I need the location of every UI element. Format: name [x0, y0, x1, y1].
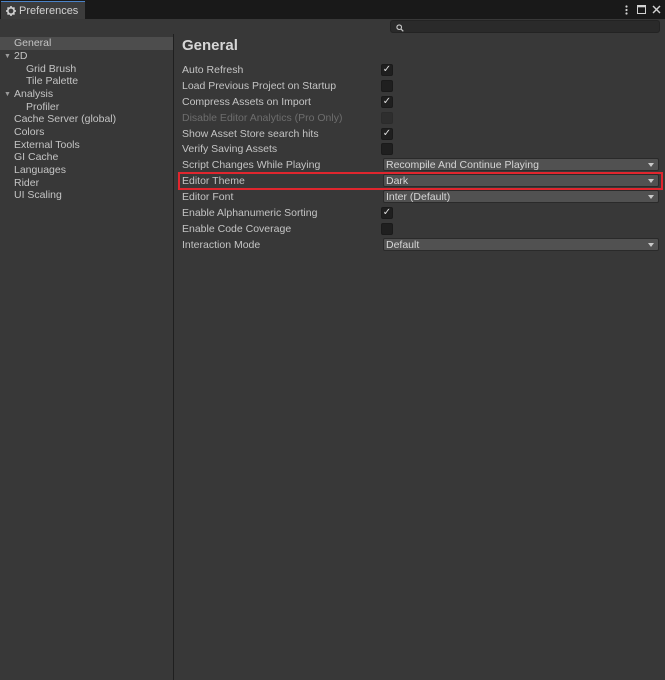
- preferences-main-panel: General Auto Refresh ✓ Load Previous Pro…: [175, 34, 665, 680]
- sidebar-item-label: External Tools: [14, 139, 80, 152]
- editor-font-dropdown[interactable]: Inter (Default): [383, 190, 659, 203]
- setting-row-code-coverage: Enable Code Coverage: [175, 221, 663, 237]
- dropdown-value: Recompile And Continue Playing: [386, 159, 539, 171]
- sidebar-item-label: Profiler: [26, 101, 60, 114]
- sidebar-item-label: Tile Palette: [26, 75, 79, 88]
- setting-row-editor-theme: Editor Theme Dark: [175, 173, 663, 189]
- maximize-icon[interactable]: [637, 4, 646, 15]
- sidebar-item-cache-server[interactable]: Cache Server (global): [0, 113, 173, 126]
- setting-row-load-previous-project: Load Previous Project on Startup: [175, 78, 663, 94]
- setting-label: Load Previous Project on Startup: [182, 80, 337, 92]
- setting-row-auto-refresh: Auto Refresh ✓: [175, 62, 663, 78]
- sidebar-item-label: 2D: [14, 50, 28, 63]
- sidebar-item-tile-palette[interactable]: Tile Palette: [0, 75, 173, 88]
- sidebar-item-analysis[interactable]: ▼ Analysis: [0, 88, 173, 101]
- preferences-sidebar: General ▼ 2D Grid Brush Tile Palette ▼ A…: [0, 34, 174, 680]
- sidebar-item-label: Languages: [14, 164, 66, 177]
- sidebar-item-rider[interactable]: Rider: [0, 177, 173, 190]
- setting-row-disable-analytics: Disable Editor Analytics (Pro Only): [175, 110, 663, 126]
- more-icon[interactable]: [622, 4, 631, 15]
- setting-label: Interaction Mode: [182, 239, 261, 251]
- setting-label: Editor Font: [182, 191, 234, 203]
- auto-refresh-checkbox[interactable]: ✓: [381, 64, 393, 76]
- sidebar-item-profiler[interactable]: Profiler: [0, 101, 173, 114]
- interaction-mode-dropdown[interactable]: Default: [383, 238, 659, 251]
- sidebar-item-label: General: [14, 37, 52, 50]
- search-row: [0, 19, 665, 34]
- search-input[interactable]: [390, 20, 660, 33]
- sidebar-item-colors[interactable]: Colors: [0, 126, 173, 139]
- setting-label: Compress Assets on Import: [182, 96, 311, 108]
- sidebar-item-label: Cache Server (global): [14, 113, 117, 126]
- setting-row-script-changes: Script Changes While Playing Recompile A…: [175, 157, 663, 173]
- chevron-down-icon: [648, 243, 654, 247]
- sidebar-item-gi-cache[interactable]: GI Cache: [0, 151, 173, 164]
- sidebar-item-2d[interactable]: ▼ 2D: [0, 50, 173, 63]
- asset-store-hits-checkbox[interactable]: ✓: [381, 128, 393, 140]
- sidebar-item-external-tools[interactable]: External Tools: [0, 139, 173, 152]
- chevron-down-icon: [648, 195, 654, 199]
- setting-row-alphanumeric-sorting: Enable Alphanumeric Sorting ✓: [175, 205, 663, 221]
- code-coverage-checkbox[interactable]: [381, 223, 393, 235]
- setting-row-interaction-mode: Interaction Mode Default: [175, 237, 663, 253]
- setting-label: Enable Code Coverage: [182, 223, 292, 235]
- setting-row-compress-assets: Compress Assets on Import ✓: [175, 94, 663, 110]
- setting-label: Editor Theme: [182, 175, 245, 187]
- sidebar-item-label: GI Cache: [14, 151, 59, 164]
- setting-label: Disable Editor Analytics (Pro Only): [182, 112, 343, 124]
- alphanumeric-sorting-checkbox[interactable]: ✓: [381, 207, 393, 219]
- sidebar-item-ui-scaling[interactable]: UI Scaling: [0, 189, 173, 202]
- expand-arrow-icon[interactable]: ▼: [4, 91, 11, 98]
- sidebar-item-grid-brush[interactable]: Grid Brush: [0, 63, 173, 76]
- page-title: General: [182, 37, 238, 54]
- gear-icon: [6, 5, 16, 16]
- search-icon: [396, 23, 404, 32]
- load-previous-project-checkbox[interactable]: [381, 80, 393, 92]
- script-changes-dropdown[interactable]: Recompile And Continue Playing: [383, 158, 659, 171]
- setting-label: Verify Saving Assets: [182, 143, 278, 155]
- setting-row-editor-font: Editor Font Inter (Default): [175, 189, 663, 205]
- sidebar-item-label: Analysis: [14, 88, 54, 101]
- verify-saving-checkbox[interactable]: [381, 143, 393, 155]
- setting-row-verify-saving: Verify Saving Assets: [175, 141, 663, 157]
- editor-theme-dropdown[interactable]: Dark: [383, 174, 659, 187]
- chevron-down-icon: [648, 163, 654, 167]
- dropdown-value: Dark: [386, 175, 409, 187]
- sidebar-item-languages[interactable]: Languages: [0, 164, 173, 177]
- setting-label: Auto Refresh: [182, 64, 244, 76]
- close-icon[interactable]: [652, 4, 661, 15]
- setting-label: Script Changes While Playing: [182, 159, 321, 171]
- dropdown-value: Default: [386, 239, 420, 251]
- sidebar-item-label: Colors: [14, 126, 45, 139]
- setting-label: Enable Alphanumeric Sorting: [182, 207, 318, 219]
- sidebar-item-label: Rider: [14, 177, 40, 190]
- sidebar-item-label: UI Scaling: [14, 189, 62, 202]
- tab-label: Preferences: [19, 4, 79, 17]
- compress-assets-checkbox[interactable]: ✓: [381, 96, 393, 108]
- sidebar-item-label: Grid Brush: [26, 63, 77, 76]
- window-titlebar: Preferences: [0, 0, 665, 19]
- chevron-down-icon: [648, 179, 654, 183]
- setting-label: Show Asset Store search hits: [182, 128, 319, 140]
- expand-arrow-icon[interactable]: ▼: [4, 53, 11, 60]
- tab-preferences[interactable]: Preferences: [1, 1, 85, 19]
- dropdown-value: Inter (Default): [386, 191, 451, 203]
- sidebar-item-general[interactable]: General: [0, 37, 173, 50]
- setting-row-asset-store-hits: Show Asset Store search hits ✓: [175, 126, 663, 142]
- disable-analytics-checkbox: [381, 112, 393, 124]
